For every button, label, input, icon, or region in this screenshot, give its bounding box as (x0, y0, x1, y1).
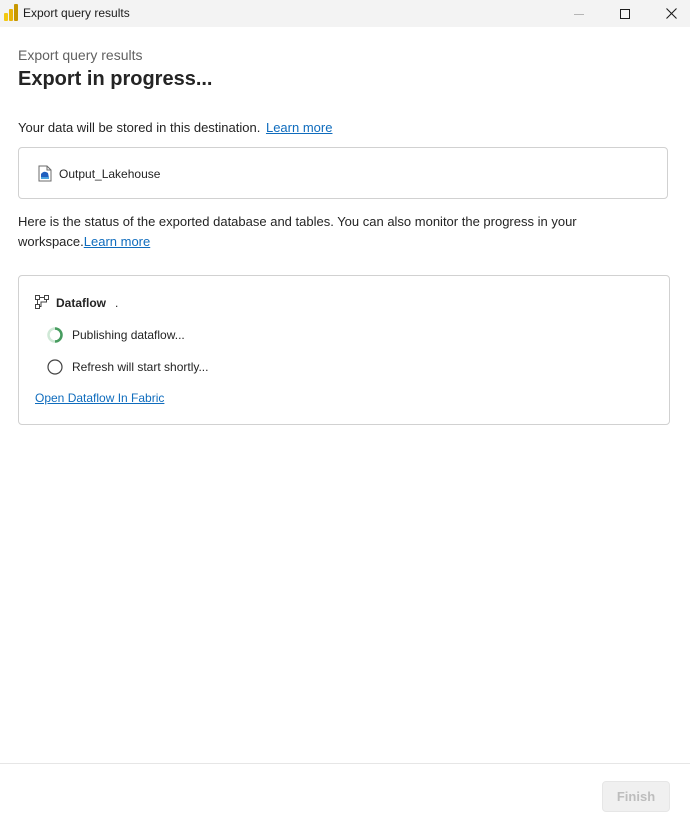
step-label: Refresh will start shortly... (72, 360, 209, 374)
minimize-button[interactable] (556, 0, 602, 27)
status-intro: Here is the status of the exported datab… (18, 212, 618, 252)
destination-box: Output_Lakehouse (18, 147, 668, 199)
footer-divider (0, 763, 690, 764)
step-label: Publishing dataflow... (72, 328, 185, 342)
step-refresh: Refresh will start shortly... (47, 358, 208, 376)
destination-intro: Your data will be stored in this destina… (18, 118, 332, 138)
maximize-button[interactable] (602, 0, 648, 27)
dataflow-section-title: Dataflow (56, 296, 107, 310)
close-icon (665, 8, 677, 19)
step-publishing: Publishing dataflow... (47, 326, 185, 344)
destination-name: Output_Lakehouse (59, 167, 161, 181)
pending-circle-icon (47, 359, 63, 375)
dialog-subtitle: Export query results (18, 47, 143, 63)
destination-intro-text: Your data will be stored in this destina… (18, 120, 261, 135)
power-bi-icon (4, 4, 18, 21)
title-bar: Export query results (0, 0, 690, 27)
dataflow-section-suffix: . (115, 296, 119, 310)
page-title: Export in progress... (18, 68, 213, 90)
export-dialog-window: Export query results Export query result… (0, 0, 690, 819)
window-title: Export query results (23, 6, 130, 20)
lakehouse-icon (38, 165, 52, 182)
destination-learn-more-link[interactable]: Learn more (266, 120, 332, 135)
open-dataflow-link[interactable]: Open Dataflow In Fabric (35, 391, 164, 405)
maximize-icon (620, 8, 630, 19)
dataflow-status-box: Dataflow . Publishing dataflow... Refres… (18, 275, 670, 425)
minimize-icon (574, 13, 584, 15)
close-button[interactable] (648, 0, 690, 27)
spinner-icon (47, 327, 63, 343)
status-learn-more-link[interactable]: Learn more (84, 234, 150, 249)
finish-button[interactable]: Finish (602, 781, 670, 812)
dataflow-icon (35, 295, 49, 309)
